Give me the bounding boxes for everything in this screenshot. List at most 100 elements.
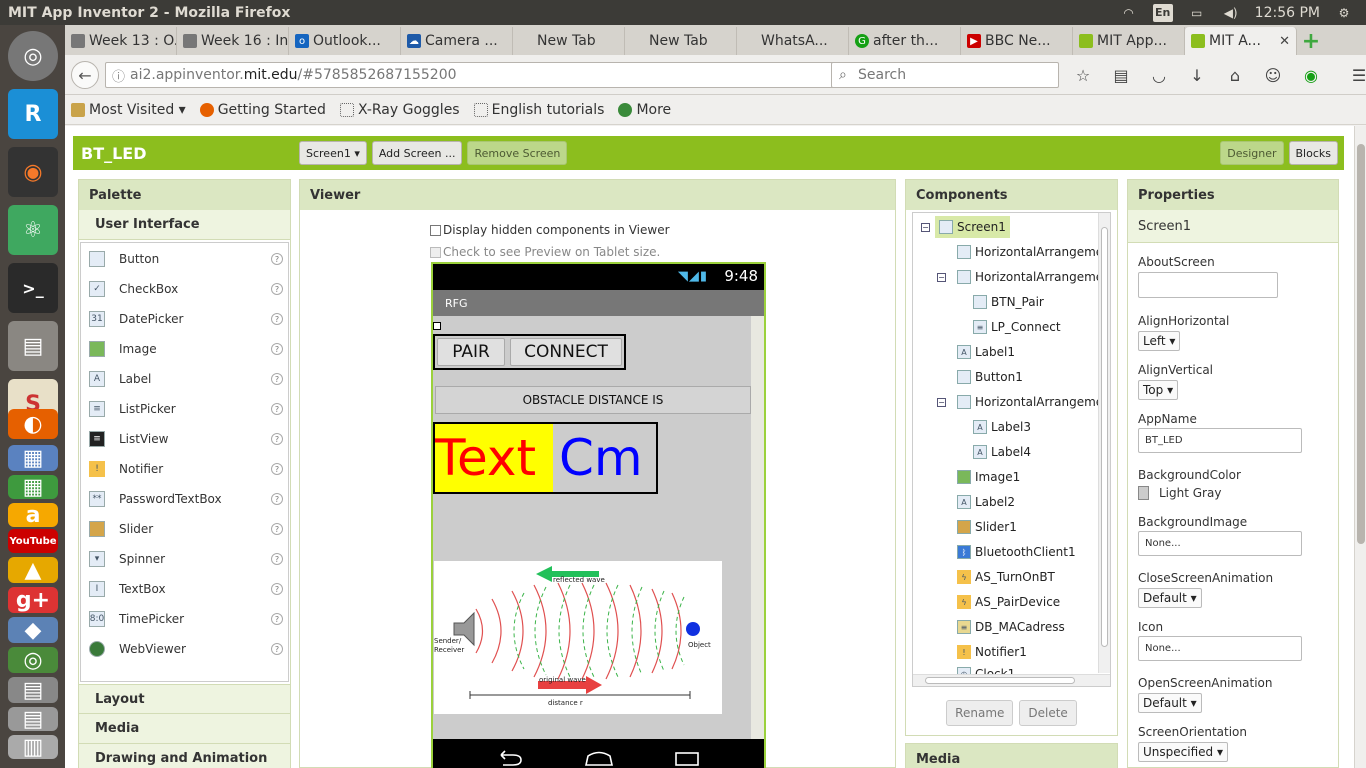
- page-scrollbar[interactable]: [1354, 126, 1366, 768]
- grammarly-icon[interactable]: ◉: [1299, 63, 1323, 87]
- palette-item-label[interactable]: A Label?: [89, 364, 287, 394]
- tab-4[interactable]: ☁ Camera ...: [401, 27, 513, 55]
- palette-item-checkbox[interactable]: ✓ CheckBox?: [89, 274, 287, 304]
- help-icon[interactable]: ?: [271, 433, 283, 445]
- info-icon[interactable]: ⓘ: [112, 66, 125, 85]
- app-icon-blue[interactable]: ◆: [8, 617, 58, 643]
- tab-7[interactable]: WhatsA...: [737, 27, 849, 55]
- tab-1[interactable]: Week 13 : O...: [65, 27, 177, 55]
- horizontal-arrangement-buttons[interactable]: PAIR CONNECT: [433, 334, 626, 370]
- tree-node-image1[interactable]: Image1: [957, 466, 1020, 488]
- youtube-icon[interactable]: YouTube: [8, 529, 58, 553]
- phone-scrollbar[interactable]: [751, 316, 764, 739]
- help-icon[interactable]: ?: [271, 553, 283, 565]
- help-icon[interactable]: ?: [271, 523, 283, 535]
- tab-5[interactable]: New Tab: [513, 27, 625, 55]
- palette-item-image[interactable]: Image?: [89, 334, 287, 364]
- volume-icon[interactable]: ◀): [1221, 5, 1241, 21]
- palette-item-datepicker[interactable]: 31 DatePicker?: [89, 304, 287, 334]
- bookmark-more[interactable]: More: [618, 102, 671, 118]
- tab-6[interactable]: New Tab: [625, 27, 737, 55]
- tree-node-screen1[interactable]: Screen1: [935, 216, 1010, 238]
- rename-button[interactable]: Rename: [946, 700, 1014, 726]
- help-icon[interactable]: ?: [271, 643, 283, 655]
- blocks-button[interactable]: Blocks: [1288, 141, 1338, 165]
- new-tab-button[interactable]: +: [1297, 27, 1325, 55]
- settings-gear-icon[interactable]: ⚙: [1334, 5, 1354, 21]
- back-button[interactable]: ←: [71, 61, 99, 89]
- r-app-icon[interactable]: R: [8, 89, 58, 139]
- help-icon[interactable]: ?: [271, 283, 283, 295]
- tree-node-notifier1[interactable]: ! Notifier1: [957, 641, 1027, 663]
- bookmark-star-icon[interactable]: ☆: [1071, 63, 1095, 87]
- palette-section-drawing-animation[interactable]: Drawing and Animation: [79, 744, 290, 768]
- help-icon[interactable]: ?: [271, 253, 283, 265]
- palette-section-layout[interactable]: Layout: [79, 684, 290, 714]
- tree-node-label2[interactable]: A Label2: [957, 491, 1015, 513]
- tree-node-bluetoothclient1[interactable]: ᛒ BluetoothClient1: [957, 541, 1076, 563]
- help-icon[interactable]: ?: [271, 493, 283, 505]
- pair-button[interactable]: PAIR: [437, 338, 505, 366]
- tab-8[interactable]: Gafter th...: [849, 27, 961, 55]
- firefox-icon[interactable]: ◐: [8, 409, 58, 439]
- tree-vertical-scrollbar[interactable]: [1098, 213, 1110, 673]
- screen-select[interactable]: Screen1 ▾: [299, 141, 367, 165]
- bookmark-most-visited[interactable]: Most Visited ▾: [71, 102, 186, 118]
- amazon-icon[interactable]: a: [8, 503, 58, 528]
- palette-section-media[interactable]: Media: [79, 714, 290, 744]
- palette-item-textbox[interactable]: I TextBox?: [89, 574, 287, 604]
- tab-11-active[interactable]: MIT A... ✕: [1185, 27, 1297, 55]
- align-vertical-dropdown[interactable]: Top ▾: [1138, 380, 1179, 400]
- help-icon[interactable]: ?: [271, 463, 283, 475]
- tree-node-label1[interactable]: A Label1: [957, 341, 1015, 363]
- tab-10[interactable]: MIT App...: [1073, 27, 1185, 55]
- hidden-arrangement-placeholder[interactable]: [433, 322, 441, 330]
- delete-button[interactable]: Delete: [1019, 700, 1077, 726]
- keyboard-layout[interactable]: En: [1152, 3, 1173, 22]
- battery-icon[interactable]: ▭: [1187, 5, 1207, 21]
- palette-section-user-interface[interactable]: User Interface: [79, 210, 290, 240]
- tree-node-horizontalarrangement2[interactable]: HorizontalArrangemen: [957, 266, 1110, 288]
- tree-node-label4[interactable]: A Label4: [973, 441, 1031, 463]
- app-icon-yellow[interactable]: ▲: [8, 557, 58, 583]
- tree-node-as-pairdevice[interactable]: ϟ AS_PairDevice: [957, 591, 1060, 613]
- screen-orientation-dropdown[interactable]: Unspecified ▾: [1138, 742, 1228, 762]
- palette-item-listpicker[interactable]: ≡ ListPicker?: [89, 394, 287, 424]
- checkbox-icon[interactable]: [430, 224, 441, 236]
- palette-item-timepicker[interactable]: 8:0 TimePicker?: [89, 604, 287, 634]
- google-plus-icon[interactable]: g+: [8, 587, 58, 613]
- add-screen-button[interactable]: Add Screen ...: [371, 141, 463, 165]
- tab-9[interactable]: ▶ BBC Ne...: [961, 27, 1073, 55]
- palette-item-listview[interactable]: ≡ ListView?: [89, 424, 287, 454]
- horizontal-arrangement-labels[interactable]: Text Cm: [433, 422, 658, 494]
- files-icon[interactable]: ▤: [8, 321, 58, 371]
- close-tab-icon[interactable]: ✕: [1279, 34, 1290, 49]
- atom-icon[interactable]: ⚛: [8, 205, 58, 255]
- help-icon[interactable]: ?: [271, 373, 283, 385]
- about-screen-textarea[interactable]: [1138, 272, 1278, 298]
- tree-node-horizontalarrangement1[interactable]: HorizontalArrangemen: [957, 241, 1110, 263]
- collapse-icon[interactable]: −: [937, 398, 946, 407]
- scroll-thumb[interactable]: [925, 677, 1075, 684]
- help-icon[interactable]: ?: [271, 403, 283, 415]
- app-icon-grey[interactable]: ▤: [8, 677, 58, 703]
- tree-node-lp-connect[interactable]: ≡ LP_Connect: [973, 316, 1061, 338]
- terminal-icon[interactable]: >_: [8, 263, 58, 313]
- bookmark-xray-goggles[interactable]: X-Ray Goggles: [339, 102, 460, 118]
- distance-text-label[interactable]: Text: [435, 424, 553, 492]
- wifi-icon[interactable]: ◠: [1119, 5, 1139, 21]
- blender-icon[interactable]: ◉: [8, 147, 58, 197]
- bookmark-english-tutorials[interactable]: English tutorials: [473, 102, 604, 118]
- obstacle-distance-button[interactable]: OBSTACLE DISTANCE IS: [435, 386, 751, 414]
- app-icon-grey-2[interactable]: ▤: [8, 707, 58, 732]
- align-horizontal-dropdown[interactable]: Left ▾: [1138, 331, 1181, 351]
- icon-input[interactable]: None...: [1138, 636, 1302, 661]
- help-icon[interactable]: ?: [271, 313, 283, 325]
- app-icon-green[interactable]: ◎: [8, 647, 58, 673]
- trash-icon[interactable]: ▥: [8, 735, 58, 760]
- open-animation-dropdown[interactable]: Default ▾: [1138, 693, 1202, 713]
- close-animation-dropdown[interactable]: Default ▾: [1138, 588, 1202, 608]
- menu-icon[interactable]: ☰: [1347, 63, 1366, 87]
- download-icon[interactable]: ↓: [1185, 63, 1209, 87]
- collapse-icon[interactable]: −: [921, 223, 930, 232]
